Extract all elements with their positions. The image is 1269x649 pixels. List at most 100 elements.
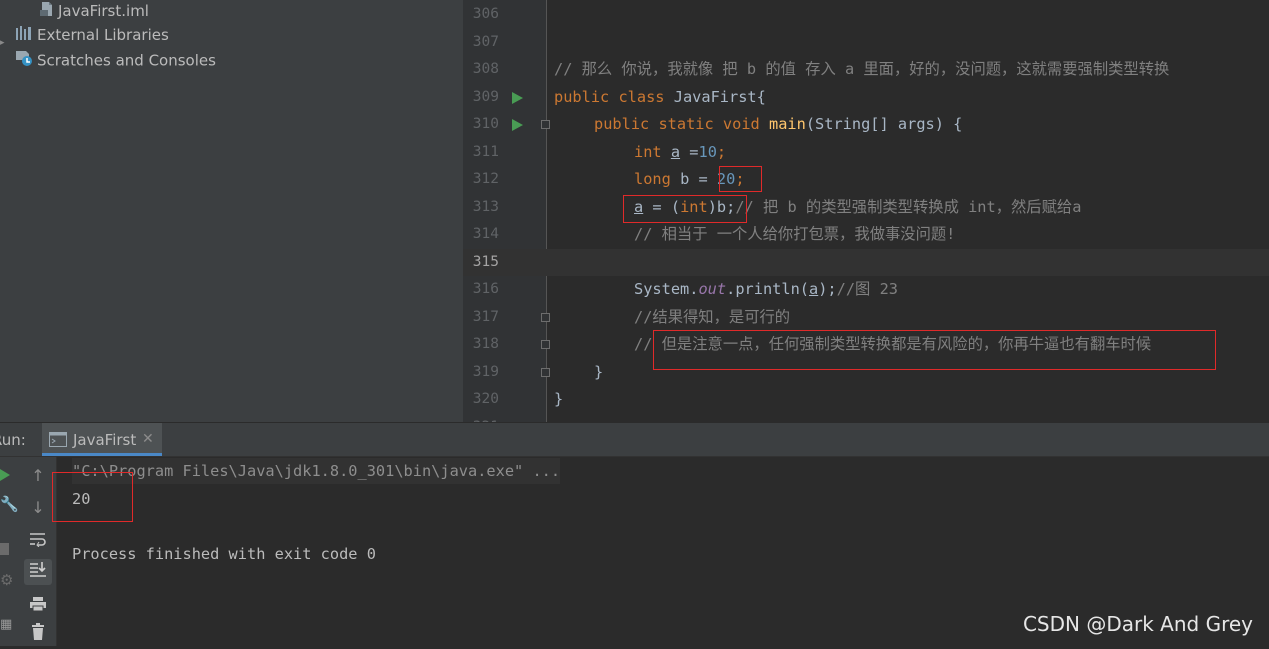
code-text: // 相当于 一个人给你打包票，我做事没问题! (634, 221, 955, 249)
code-text: System.out.println(a);//图 23 (634, 276, 898, 304)
keyword: public class (554, 87, 674, 106)
code-punct: { (756, 87, 766, 106)
run-class-icon[interactable] (512, 91, 523, 104)
keyword: public static void (594, 115, 769, 133)
scroll-to-end-icon[interactable] (24, 559, 52, 585)
print-icon[interactable] (24, 594, 52, 620)
code-text: } (594, 359, 603, 387)
code-line[interactable]: 320 } (463, 386, 1269, 414)
code-segment: .println( (726, 280, 809, 298)
brace: } (554, 390, 564, 408)
annotation-box (52, 472, 133, 522)
line-number: 320 (472, 391, 499, 407)
code-line[interactable]: 309 public class JavaFirst{ (463, 84, 1269, 112)
code-line[interactable]: 313 a = (int)b;// 把 b 的类型强制类型转换成 int，然后赋… (463, 194, 1269, 222)
code-text: // 那么 你说，我就像 把 b 的值 存入 a 里面，好的，没问题，这就需要强… (554, 56, 1169, 84)
code-line[interactable]: 307 (463, 29, 1269, 57)
code-segment: ); (818, 280, 837, 298)
keyword: int (634, 142, 671, 161)
line-number: 306 (472, 6, 499, 22)
line-number: 307 (472, 33, 499, 50)
tree-item-label: External Libraries (37, 26, 169, 44)
code-segment: System. (634, 280, 699, 298)
line-number: 317 (472, 308, 499, 325)
run-side-toolbar: 🔧 ⚙ ▦ (0, 457, 20, 646)
run-label: Run: (0, 431, 26, 449)
semicolon: ; (716, 142, 727, 161)
code-line[interactable]: 314 // 相当于 一个人给你打包票，我做事没问题! (463, 221, 1269, 249)
soft-wrap-icon[interactable] (24, 529, 52, 555)
line-number: 308 (472, 61, 499, 77)
comment: //图 23 (836, 280, 898, 298)
iml-file-icon (40, 1, 54, 23)
line-number: 321 (463, 414, 499, 423)
run-main-icon[interactable] (512, 119, 523, 131)
tree-item-label: Scratches and Consoles (37, 51, 216, 70)
static-field: out (698, 280, 727, 298)
rerun-icon[interactable] (0, 469, 10, 481)
code-line-current[interactable]: 315 (463, 248, 1269, 276)
line-number: 312 (472, 171, 499, 187)
tree-item-scratches[interactable]: Scratches and Consoles (15, 49, 216, 71)
code-editor[interactable]: 306 307 308 // 那么 你说，我就像 把 b 的值 存入 a 里面，… (463, 0, 1269, 422)
console-exit-line: Process finished with exit code 0 (72, 545, 376, 563)
code-line[interactable]: 312 long b = 20; (463, 166, 1269, 194)
annotation-box (719, 166, 762, 192)
tab-underline (42, 453, 162, 456)
annotation-box (653, 330, 1216, 370)
trash-icon[interactable] (24, 623, 52, 649)
stop-icon[interactable] (0, 543, 9, 555)
annotation-box (623, 195, 747, 223)
tree-item-iml[interactable]: JavaFirst.iml (40, 0, 149, 22)
console-tab-icon (49, 432, 67, 451)
code-line[interactable]: 311 int a =10; (463, 139, 1269, 167)
code-line[interactable]: 316 System.out.println(a);//图 23 (463, 276, 1269, 304)
code-text: } (554, 386, 563, 414)
line-number: 315 (472, 253, 499, 270)
class-name: JavaFirst (673, 87, 757, 106)
fold-icon[interactable] (541, 312, 550, 322)
line-number: 318 (472, 336, 499, 352)
line-number: 310 (472, 116, 499, 132)
close-icon[interactable]: ✕ (142, 431, 154, 447)
up-arrow-icon[interactable]: ↑ (24, 463, 52, 489)
code-line[interactable]: 306 (463, 1, 1269, 29)
code-text: int a =10; (634, 139, 726, 167)
fold-icon[interactable] (541, 120, 550, 129)
scratches-icon (15, 49, 33, 73)
tree-item-external-libraries[interactable]: ▸ External Libraries (0, 24, 169, 48)
comment: // 相当于 一个人给你打包票，我做事没问题! (634, 225, 956, 243)
watermark: CSDN @Dark And Grey (1022, 612, 1253, 636)
debug-gear-icon[interactable]: ⚙ (0, 571, 13, 589)
line-number: 311 (472, 143, 499, 160)
code-segment: b = (680, 170, 717, 188)
fold-icon[interactable] (541, 367, 550, 377)
project-tool-window: JavaFirst.iml ▸ External Libraries Scrat… (0, 0, 463, 422)
code-line[interactable]: 310 public static void main(String[] arg… (463, 111, 1269, 139)
number-literal: 10 (698, 142, 717, 161)
code-text: public static void main(String[] args) { (594, 111, 962, 139)
variable: a (670, 142, 681, 161)
brace: } (594, 362, 604, 381)
tree-item-label: JavaFirst.iml (58, 2, 149, 20)
line-number: 316 (472, 281, 499, 297)
keyword: long (634, 170, 681, 188)
console-command-line: "C:\Program Files\Java\jdk1.8.0_301\bin\… (72, 458, 561, 484)
line-number: 313 (472, 198, 499, 215)
operator: = (680, 142, 699, 161)
comment: // 把 b 的类型强制类型转换成 int，然后赋给a (735, 197, 1082, 216)
line-number: 309 (472, 88, 499, 105)
line-number: 314 (472, 226, 499, 242)
layout-icon[interactable]: ▦ (0, 617, 12, 632)
variable: a (809, 280, 819, 298)
code-line[interactable]: 317 //结果得知，是可行的 (463, 304, 1269, 332)
fold-icon[interactable] (541, 340, 550, 349)
code-text: //结果得知，是可行的 (634, 304, 790, 332)
down-arrow-icon[interactable]: ↓ (24, 495, 52, 521)
run-tab-label: JavaFirst (73, 431, 137, 449)
code-line[interactable]: 308 // 那么 你说，我就像 把 b 的值 存入 a 里面，好的，没问题，这… (463, 56, 1269, 84)
expand-arrow-icon[interactable]: ▸ (0, 32, 6, 48)
code-line[interactable]: 321 (463, 414, 1269, 423)
tab-run-javafirst[interactable]: JavaFirst ✕ (42, 423, 162, 456)
wrench-icon[interactable]: 🔧 (0, 495, 19, 513)
